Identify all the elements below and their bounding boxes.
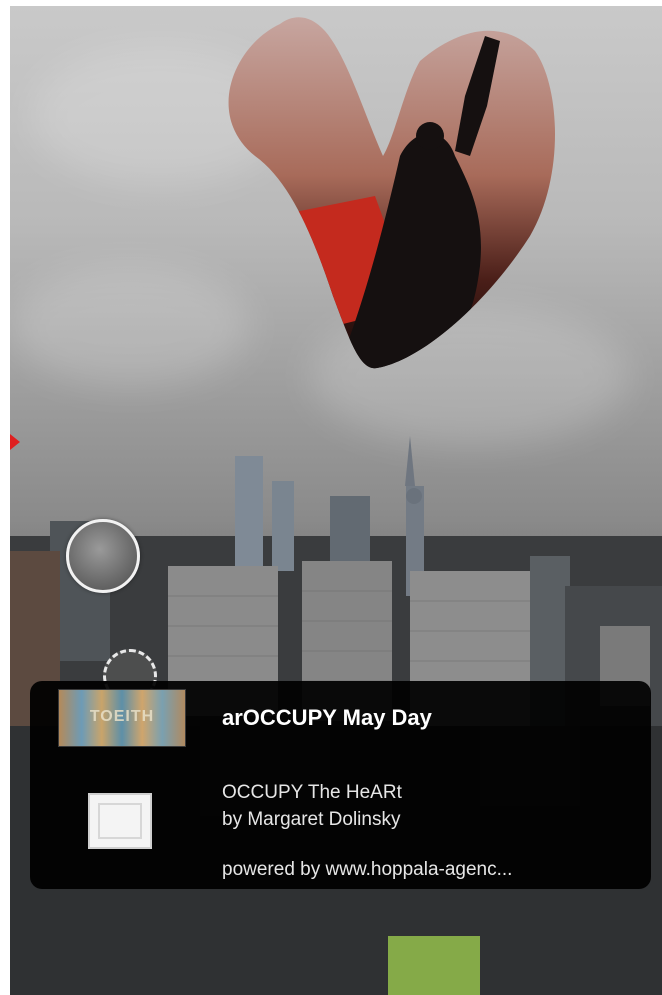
poi-info-panel[interactable]: TOEITH arOCCUPY May Day OCCUPY The HeARt… — [30, 681, 651, 889]
powered-by-link[interactable]: powered by www.hoppala-agenc... — [222, 859, 512, 881]
thumbnail-text: TOEITH — [89, 708, 155, 725]
description-line-2: by Margaret Dolinsky — [222, 809, 401, 830]
cloud — [10, 266, 250, 386]
description-line-1: OCCUPY The HeARt — [222, 782, 402, 803]
image-icon — [88, 793, 152, 849]
poi-title: arOCCUPY May Day — [222, 705, 432, 730]
heart-ar-overlay[interactable] — [215, 6, 565, 376]
poi-circle-icon[interactable] — [66, 519, 140, 593]
green-rooftop — [388, 936, 480, 995]
image-icon-frame — [98, 803, 142, 839]
camera-view: TOEITH arOCCUPY May Day OCCUPY The HeARt… — [10, 6, 662, 995]
poi-thumbnail: TOEITH — [58, 689, 186, 747]
triangle-marker-icon[interactable] — [10, 434, 20, 450]
poi-description: OCCUPY The HeARt by Margaret Dolinsky — [222, 779, 402, 833]
